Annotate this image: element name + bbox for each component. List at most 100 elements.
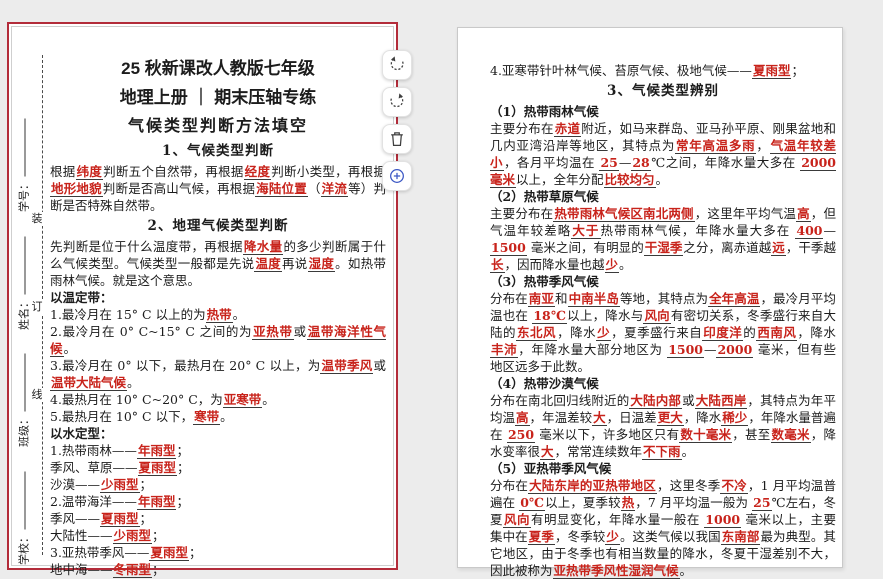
answer-blank: 干湿季: [644, 240, 684, 256]
doc-title-line: 25 秋新课改人教版七年级: [50, 54, 386, 83]
paragraph: 季风——夏雨型；: [50, 510, 386, 527]
paragraph: 先判断是位于什么温度带，再根据降水量的多少判断属于什么气候类型。气候类型一般都是…: [50, 238, 386, 289]
answer-blank: 年雨型: [137, 443, 177, 459]
answer-blank: 0℃: [519, 495, 545, 511]
doc-title-line: 气候类型判断方法填空: [50, 112, 386, 139]
answer-blank: 400: [795, 223, 823, 239]
answer-blank: 南亚: [528, 291, 555, 307]
answer-blank: 高: [796, 206, 811, 222]
answer-blank: 25: [752, 495, 771, 511]
paragraph: 地中海——冬雨型；: [50, 561, 386, 578]
right-page-content: 4.亚寒带针叶林气候、苔原气候、极地气候——夏雨型；3、气候类型辨别（1）热带雨…: [490, 62, 836, 579]
answer-blank: 亚热带季风性湿润气候: [553, 563, 680, 579]
answer-blank: 大: [540, 444, 555, 460]
answer-blank: 1000: [704, 512, 741, 528]
paragraph: 2.最冷月在 0° C~15° C 之间的为亚热带或温带海洋性气候。: [50, 323, 386, 357]
blank-line: [24, 119, 26, 177]
answer-blank: 夏季: [528, 529, 555, 545]
answer-blank: 2000: [716, 342, 753, 358]
answer-blank: 经度: [244, 164, 272, 180]
answer-blank: 更大: [657, 410, 684, 426]
answer-blank: 夏雨型: [752, 63, 792, 79]
answer-blank: 夏雨型: [100, 511, 140, 527]
student-info-field: 学校：: [16, 464, 31, 574]
answer-blank: 远: [771, 240, 786, 256]
answer-blank: 东北风: [516, 325, 557, 341]
paragraph: （2）热带草原气候: [490, 188, 836, 205]
answer-blank: 湿度: [308, 256, 336, 272]
paragraph: 分布在南北回归线附近的大陆内部或大陆西岸，其特点为年平均温高，年温差较大，日温差…: [490, 392, 836, 460]
paragraph: 根据纬度判断五个自然带，再根据经度判断小类型，再根据地形地貌判断是否高山气候，再…: [50, 163, 386, 214]
answer-blank: 数十毫米: [679, 427, 732, 443]
paragraph: 分布在南亚和中南半岛等地，其特点为全年高温，最冷月平均温也在 18℃以上，降水与…: [490, 290, 836, 375]
paragraph: 1.最冷月在 15° C 以上的为热带。: [50, 306, 386, 323]
answer-blank: 数毫米: [771, 427, 811, 443]
answer-blank: 亚寒带: [223, 392, 263, 408]
paragraph: 主要分布在赤道附近，如马来群岛、亚马孙平原、刚果盆地和几内亚湾沿岸等地区，其特点…: [490, 120, 836, 188]
rotate-cw-icon: [387, 92, 407, 112]
answer-blank: 地形地貌: [50, 181, 103, 197]
answer-blank: 冬雨型: [113, 562, 153, 578]
rotate-cw-button[interactable]: [382, 87, 412, 117]
answer-blank: 比较均匀: [604, 172, 656, 188]
rotate-ccw-button[interactable]: [382, 50, 412, 80]
delete-button[interactable]: [382, 124, 412, 154]
answer-blank: 少: [596, 325, 611, 341]
blank-line: [24, 237, 26, 295]
answer-blank: 年雨型: [137, 494, 177, 510]
answer-blank: 大: [592, 410, 607, 426]
answer-blank: 风向: [643, 308, 670, 324]
paragraph: 1.热带雨林——年雨型；: [50, 442, 386, 459]
answer-blank: 常年高温多雨: [675, 138, 756, 154]
answer-blank: 250: [507, 427, 535, 443]
answer-blank: 28: [631, 155, 650, 171]
section-heading: 2、地理气候类型判断: [50, 215, 386, 238]
answer-blank: 热带: [206, 307, 233, 323]
paragraph: （5）亚热带季风气候: [490, 460, 836, 477]
answer-blank: 少: [605, 529, 620, 545]
answer-blank: 西南风: [756, 325, 797, 341]
paragraph: （3）热带季风气候: [490, 273, 836, 290]
answer-blank: 温度: [254, 256, 282, 272]
paragraph: 以温定带：: [50, 289, 386, 306]
answer-blank: 18℃: [532, 308, 567, 324]
paragraph: 以水定型：: [50, 425, 386, 442]
answer-blank: 全年高温: [708, 291, 760, 307]
answer-blank: 亚热带: [252, 324, 293, 340]
worksheet-page-1[interactable]: 装订线 学号：姓名：班级：学校： 25 秋新课改人教版七年级地理上册 ｜ 期末压…: [7, 22, 398, 570]
answer-blank: 1500: [490, 240, 527, 256]
answer-blank: 海陆位置: [255, 181, 308, 197]
paragraph: （1）热带雨林气候: [490, 103, 836, 120]
left-page-content: 25 秋新课改人教版七年级地理上册 ｜ 期末压轴专练气候类型判断方法填空1、气候…: [50, 54, 386, 578]
answer-blank: 少雨型: [113, 528, 153, 544]
answer-blank: 热带雨林气候区南北两侧: [553, 206, 694, 222]
paragraph: 5.最热月在 10° C 以下，寒带。: [50, 408, 386, 425]
zoom-in-button[interactable]: [382, 161, 412, 191]
rotate-ccw-icon: [387, 55, 407, 75]
canvas: { "colors":{ "canvas_bg":"#ececec", "sel…: [0, 0, 883, 574]
answer-blank: 夏雨型: [149, 545, 189, 561]
paragraph: 沙漠——少雨型；: [50, 476, 386, 493]
student-info-field: 学号：: [16, 111, 31, 221]
answer-blank: 大于: [571, 223, 600, 239]
binding-char: 装: [30, 212, 44, 226]
paragraph: 3.亚热带季风——夏雨型；: [50, 544, 386, 561]
paragraph: 分布在大陆东岸的亚热带地区，这里冬季不冷，1 月平均温普遍在 0℃以上，夏季较热…: [490, 477, 836, 579]
student-info-field: 班级：: [16, 346, 31, 456]
answer-blank: 长: [490, 257, 505, 273]
paragraph: 4.最热月在 10° C~20° C，为亚寒带。: [50, 391, 386, 408]
answer-blank: 洋流: [321, 181, 348, 197]
answer-blank: 热: [621, 495, 636, 511]
answer-blank: 大陆西岸: [695, 393, 748, 409]
answer-blank: 夏雨型: [138, 460, 178, 476]
answer-blank: 温带季风: [320, 358, 373, 374]
answer-blank: 温带大陆气候: [50, 375, 127, 391]
answer-blank: 纬度: [76, 164, 104, 180]
doc-title-line: 地理上册 ｜ 期末压轴专练: [50, 83, 386, 112]
paragraph: 2.温带海洋——年雨型；: [50, 493, 386, 510]
section-heading: 1、气候类型判断: [50, 140, 386, 163]
paragraph: （4）热带沙漠气候: [490, 375, 836, 392]
blank-line: [24, 354, 26, 412]
worksheet-page-2[interactable]: 4.亚寒带针叶林气候、苔原气候、极地气候——夏雨型；3、气候类型辨别（1）热带雨…: [457, 27, 843, 568]
answer-blank: 少雨型: [100, 477, 140, 493]
